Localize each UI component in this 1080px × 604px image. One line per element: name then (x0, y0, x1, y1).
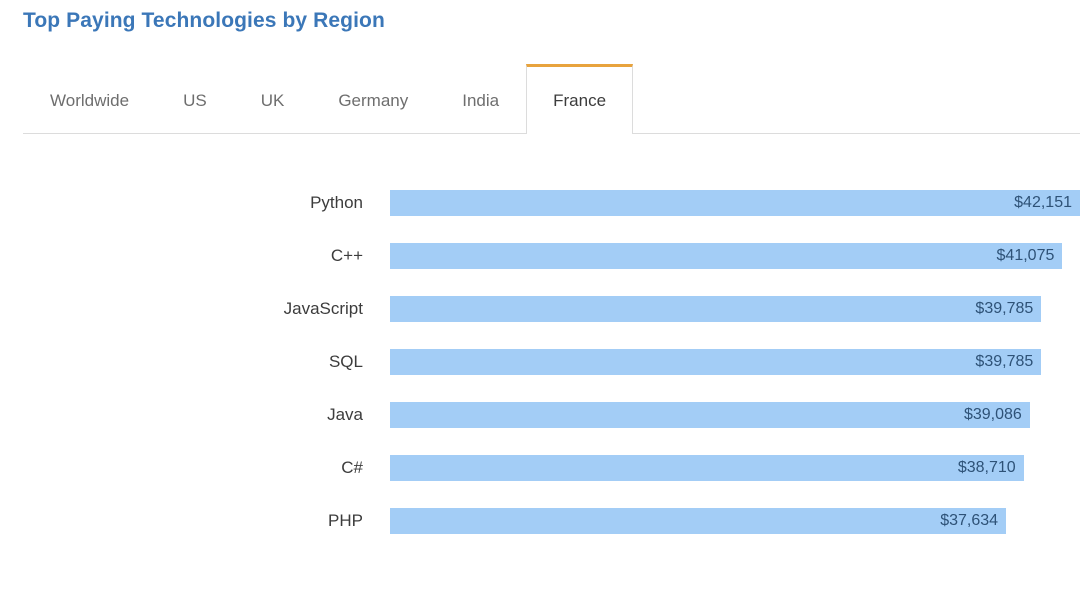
bar-track: $41,075 (390, 243, 1080, 269)
tab-france[interactable]: France (526, 64, 634, 135)
bar-value-label: $41,075 (996, 247, 1055, 264)
bar-track: $39,785 (390, 296, 1080, 322)
bar-value-label: $39,785 (975, 300, 1034, 317)
bar-row: Python $42,151 (0, 190, 1080, 216)
bar-fill[interactable]: $41,075 (390, 243, 1063, 269)
bar-row: SQL $39,785 (0, 349, 1080, 375)
bar-category-label: SQL (328, 352, 363, 371)
tab-list: Worldwide US UK Germany India France (23, 64, 634, 135)
bar-row: JavaScript $39,785 (0, 296, 1080, 322)
bar-category-label: PHP (328, 511, 363, 530)
bar-track: $39,785 (390, 349, 1080, 375)
bar-fill[interactable]: $37,634 (390, 508, 1007, 534)
bar-track: $42,151 (390, 190, 1080, 216)
tab-label: UK (260, 90, 285, 110)
tab-label: India (462, 90, 500, 110)
bar-value-label: $37,634 (940, 512, 999, 529)
bar-category-label: Java (327, 405, 363, 424)
bar-value-label: $39,785 (975, 353, 1034, 370)
bar-fill[interactable]: $39,785 (390, 296, 1042, 322)
bar-value-label: $42,151 (1014, 194, 1072, 211)
bar-row: PHP $37,634 (0, 508, 1080, 534)
bar-fill[interactable]: $38,710 (390, 455, 1024, 481)
bar-fill[interactable]: $39,086 (390, 402, 1030, 428)
bar-row: C++ $41,075 (0, 243, 1080, 269)
region-tabs: Worldwide US UK Germany India France (23, 64, 1080, 135)
bar-category-label: Python (310, 193, 363, 212)
tab-label: France (553, 90, 607, 110)
tab-worldwide[interactable]: Worldwide (23, 64, 156, 134)
tab-label: Worldwide (50, 90, 130, 110)
tab-uk[interactable]: UK (234, 64, 312, 134)
bar-track: $37,634 (390, 508, 1080, 534)
bar-row: Java $39,086 (0, 402, 1080, 428)
page-title: Top Paying Technologies by Region (23, 9, 385, 32)
bar-chart: Python $42,151 C++ $41,075 JavaScript $39,785… (0, 190, 1080, 561)
bar-fill[interactable]: $42,151 (390, 190, 1080, 216)
tab-label: Germany (338, 90, 409, 110)
tab-us[interactable]: US (156, 64, 234, 134)
bar-value-label: $38,710 (957, 459, 1016, 476)
bar-category-label: C++ (330, 246, 363, 265)
bar-category-label: C# (341, 458, 363, 477)
tab-germany[interactable]: Germany (311, 64, 435, 134)
bar-fill[interactable]: $39,785 (390, 349, 1042, 375)
bar-track: $39,086 (390, 402, 1080, 428)
bar-track: $38,710 (390, 455, 1080, 481)
tab-label: US (183, 90, 207, 110)
bar-value-label: $39,086 (963, 406, 1022, 423)
bar-category-label: JavaScript (283, 299, 363, 318)
tab-india[interactable]: India (435, 64, 526, 134)
bar-row: C# $38,710 (0, 455, 1080, 481)
